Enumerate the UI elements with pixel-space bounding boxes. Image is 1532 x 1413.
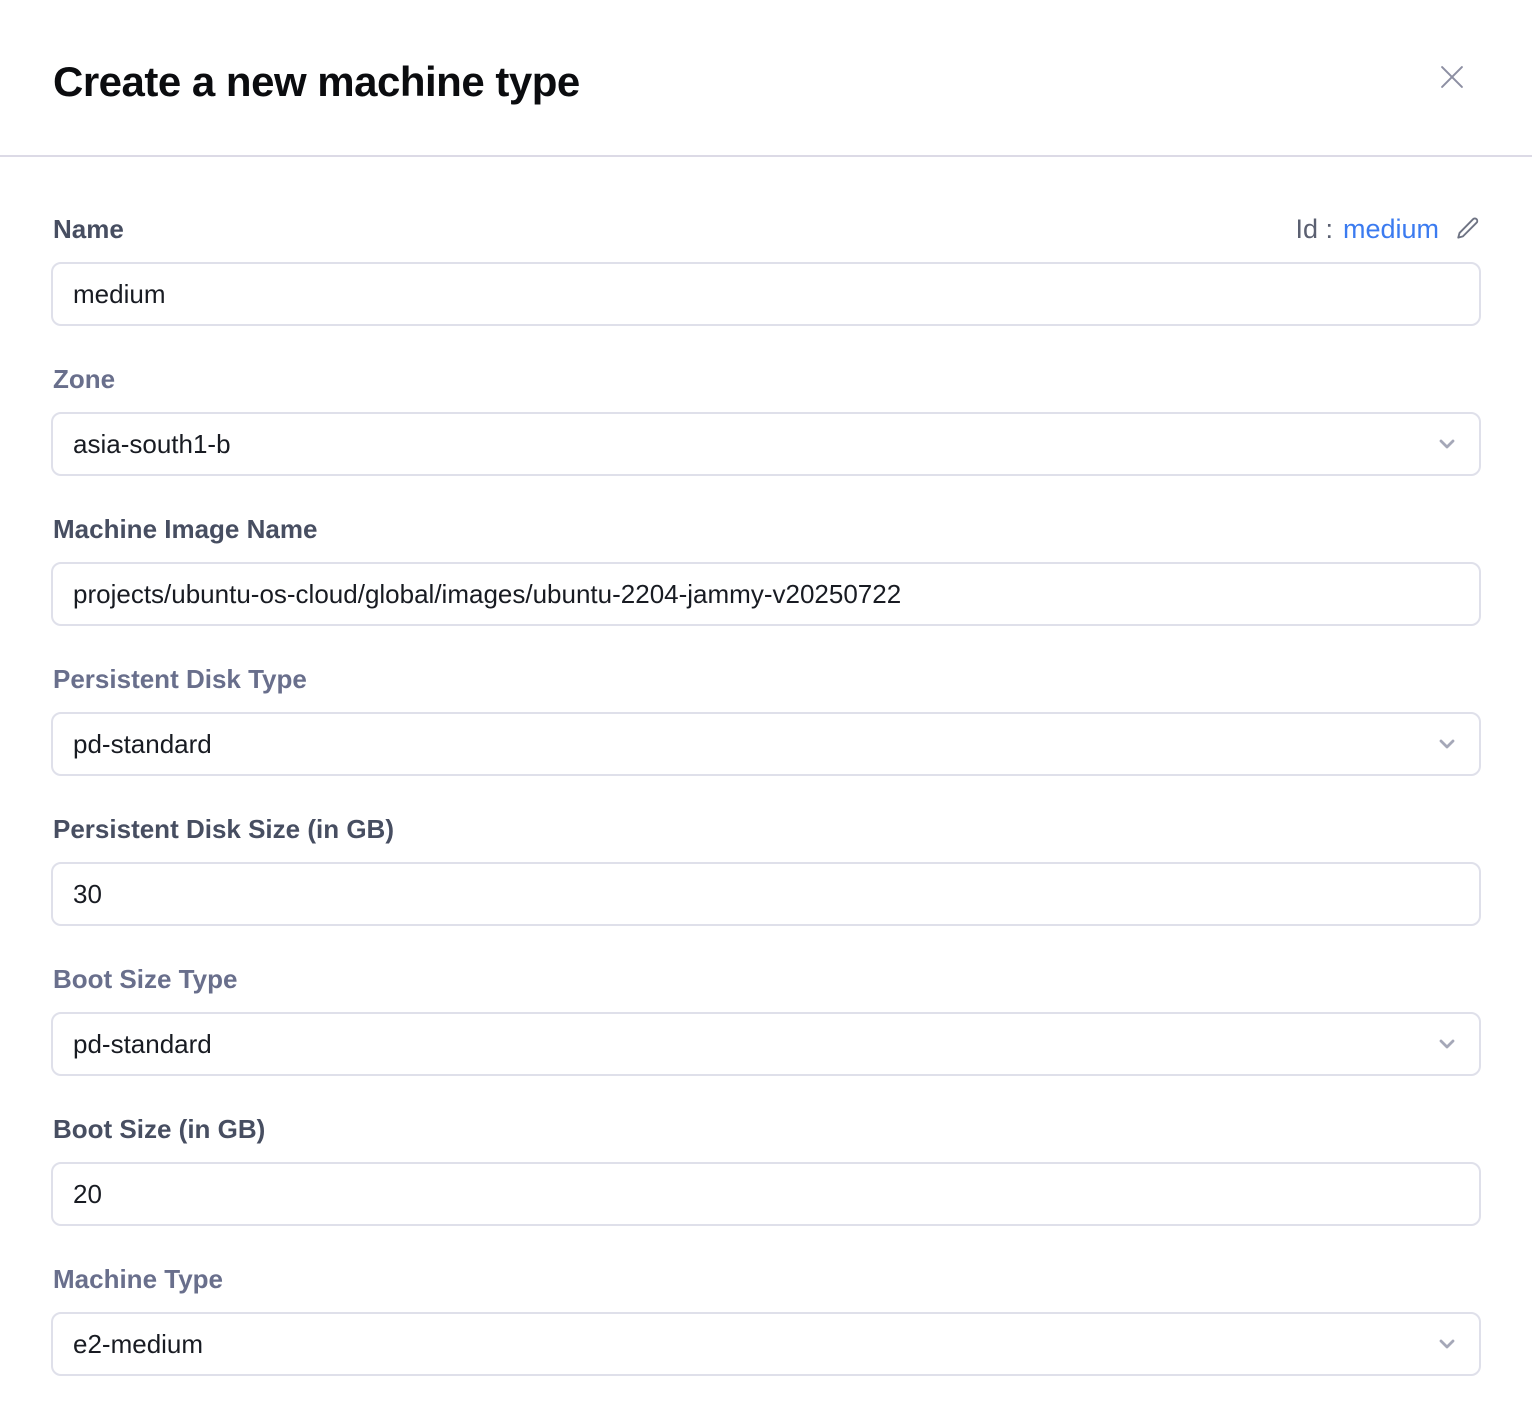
machine-type-field-label: Machine Type [53, 1263, 223, 1295]
boot-size-input[interactable] [51, 1162, 1481, 1226]
machine-type-select-value: e2-medium [73, 1329, 203, 1360]
id-prefix-label: Id : [1295, 213, 1333, 245]
persistent-disk-type-select-value: pd-standard [73, 729, 212, 760]
persistent-disk-type-select[interactable]: pd-standard [51, 712, 1481, 776]
persistent-disk-type-field-label: Persistent Disk Type [53, 663, 307, 695]
dialog-title: Create a new machine type [53, 58, 580, 106]
field-group-machine-type: Machine Type e2-medium [51, 1263, 1481, 1376]
name-input[interactable] [51, 262, 1481, 326]
boot-size-type-select[interactable]: pd-standard [51, 1012, 1481, 1076]
chevron-down-icon [1435, 432, 1459, 456]
name-field-label: Name [53, 213, 124, 245]
chevron-down-icon [1435, 1332, 1459, 1356]
boot-size-type-field-label: Boot Size Type [53, 963, 237, 995]
chevron-down-icon [1435, 1032, 1459, 1056]
dialog-body: Name Id : medium Zone asia-south [0, 157, 1532, 1413]
field-group-zone: Zone asia-south1-b [51, 363, 1481, 476]
machine-image-name-input[interactable] [51, 562, 1481, 626]
create-machine-type-dialog: Create a new machine type Name Id : medi… [0, 0, 1532, 1412]
field-group-persistent-disk-size: Persistent Disk Size (in GB) [51, 813, 1481, 926]
machine-image-name-field-label: Machine Image Name [53, 513, 317, 545]
zone-select-value: asia-south1-b [73, 429, 231, 460]
machine-type-select[interactable]: e2-medium [51, 1312, 1481, 1376]
persistent-disk-size-field-label: Persistent Disk Size (in GB) [53, 813, 394, 845]
boot-size-type-select-value: pd-standard [73, 1029, 212, 1060]
pencil-icon[interactable] [1453, 215, 1481, 243]
field-group-name: Name Id : medium [51, 213, 1481, 326]
zone-select[interactable]: asia-south1-b [51, 412, 1481, 476]
field-group-boot-size-type: Boot Size Type pd-standard [51, 963, 1481, 1076]
field-group-persistent-disk-type: Persistent Disk Type pd-standard [51, 663, 1481, 776]
dialog-header: Create a new machine type [0, 0, 1532, 157]
id-value-link[interactable]: medium [1343, 213, 1439, 245]
field-group-boot-size: Boot Size (in GB) [51, 1113, 1481, 1226]
persistent-disk-size-input[interactable] [51, 862, 1481, 926]
id-display: Id : medium [1295, 213, 1481, 245]
field-group-machine-image-name: Machine Image Name [51, 513, 1481, 626]
close-button[interactable] [1435, 60, 1469, 94]
chevron-down-icon [1435, 732, 1459, 756]
zone-field-label: Zone [53, 363, 115, 395]
boot-size-field-label: Boot Size (in GB) [53, 1113, 265, 1145]
close-icon [1435, 60, 1469, 94]
